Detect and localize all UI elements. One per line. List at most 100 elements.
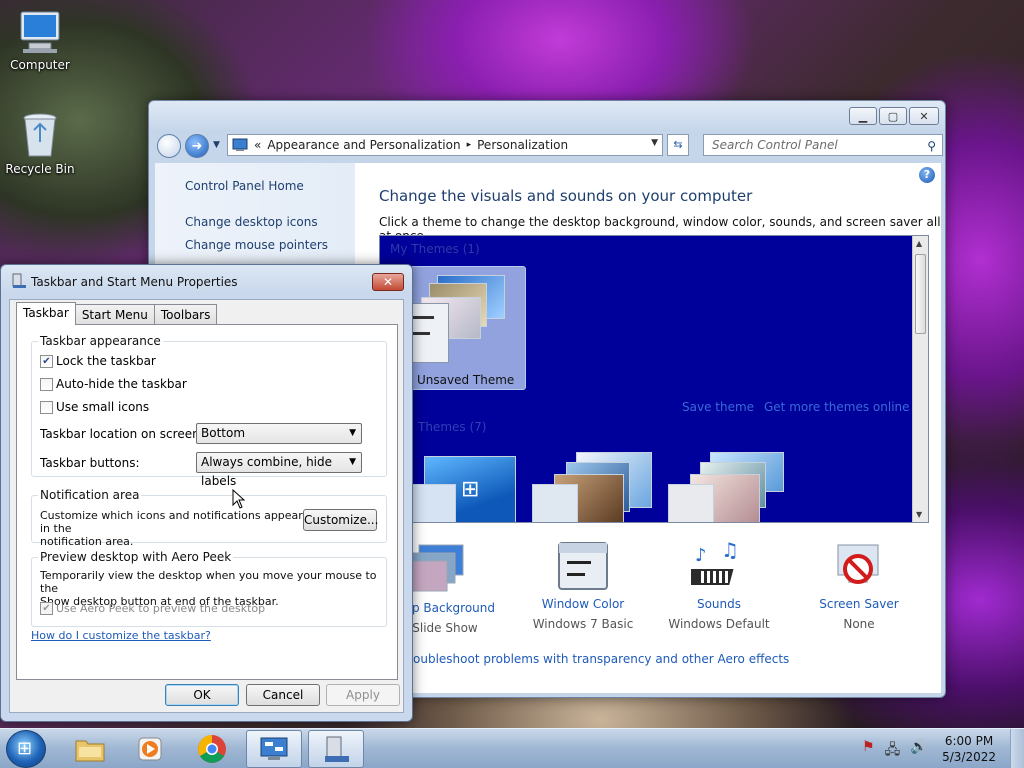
desktop-icon-label: Computer xyxy=(10,58,70,72)
network-icon[interactable]: 🖧 xyxy=(885,739,901,763)
control-panel-icon xyxy=(260,737,288,760)
checkbox-label: Use Aero Peek to preview the desktop xyxy=(56,602,266,615)
get-more-themes-link[interactable]: Get more themes online xyxy=(764,400,910,414)
desktop-icon-recycle-bin[interactable]: Recycle Bin xyxy=(2,112,78,176)
window-color-link[interactable]: Window Color xyxy=(523,597,643,611)
apply-button[interactable]: Apply xyxy=(326,684,400,706)
scroll-thumb[interactable] xyxy=(915,254,926,334)
address-dropdown-icon[interactable]: ▼ xyxy=(651,138,658,148)
notification-desc-line: Customize which icons and notifications … xyxy=(40,509,303,535)
volume-icon[interactable]: 🔊 xyxy=(910,739,927,763)
page-title: Change the visuals and sounds on your co… xyxy=(379,187,753,205)
aero-peek-desc-line: Temporarily view the desktop when you mo… xyxy=(40,569,377,595)
svg-text:♫: ♫ xyxy=(721,541,739,562)
notification-description: Customize which icons and notifications … xyxy=(40,509,312,548)
tab-start-menu[interactable]: Start Menu xyxy=(74,304,155,324)
taskbar-appearance-group: Taskbar appearance ✔ Lock the taskbar Au… xyxy=(31,334,387,488)
buttons-select[interactable]: Always combine, hide labels ▼ xyxy=(196,452,362,488)
taskbar-item-taskbar-properties[interactable] xyxy=(308,730,364,768)
checkbox-label: Use small icons xyxy=(56,400,150,414)
theme-list-scrollbar[interactable]: ▲ ▼ xyxy=(912,236,928,522)
system-tray: ⚑ 🖧 🔊 xyxy=(862,739,928,763)
minimize-button[interactable]: ▁ xyxy=(849,107,877,125)
screen-saver-icon xyxy=(837,544,879,584)
tab-taskbar[interactable]: Taskbar xyxy=(16,302,76,325)
address-bar[interactable]: « Appearance and Personalization ▸ Perso… xyxy=(227,134,663,156)
taskbar-item-chrome[interactable] xyxy=(184,730,240,768)
group-legend: Preview desktop with Aero Peek xyxy=(38,550,234,564)
lock-taskbar-checkbox[interactable]: ✔ Lock the taskbar xyxy=(40,354,156,368)
windows-logo-icon: ⊞ xyxy=(461,477,480,502)
checkbox-label: Lock the taskbar xyxy=(56,354,156,368)
address-chevron[interactable]: « xyxy=(254,138,261,152)
windows-logo-icon: ⊞ xyxy=(17,738,33,759)
refresh-button[interactable]: ⇆ xyxy=(667,134,689,156)
help-link[interactable]: How do I customize the taskbar? xyxy=(31,629,211,642)
window-color-icon xyxy=(558,542,608,590)
sidebar-link-control-panel-home[interactable]: Control Panel Home xyxy=(185,179,304,193)
breadcrumb-appearance[interactable]: Appearance and Personalization xyxy=(267,138,460,152)
action-center-icon[interactable]: ⚑ xyxy=(862,739,875,763)
dialog-close-button[interactable]: ✕ xyxy=(372,273,404,291)
desktop-icon-computer[interactable]: Computer xyxy=(2,10,78,72)
scroll-up-icon[interactable]: ▲ xyxy=(916,239,922,248)
location-select[interactable]: Bottom ▼ xyxy=(196,423,362,444)
checkbox-box[interactable] xyxy=(40,377,53,391)
theme-window-preview xyxy=(668,484,714,522)
small-icons-checkbox[interactable]: Use small icons xyxy=(40,400,149,414)
save-theme-link[interactable]: Save theme xyxy=(682,400,754,414)
taskbar-item-control-panel[interactable] xyxy=(246,730,302,768)
media-player-icon xyxy=(138,737,162,761)
sidebar-link-change-mouse-pointers[interactable]: Change mouse pointers xyxy=(185,238,328,252)
forward-button[interactable]: ➜ xyxy=(185,134,209,158)
computer-icon xyxy=(20,11,60,53)
chrome-icon xyxy=(198,735,226,763)
unsaved-theme-tile[interactable]: Unsaved Theme xyxy=(405,266,526,390)
breadcrumb-separator[interactable]: ▸ xyxy=(467,140,472,150)
recent-pages-dropdown-icon[interactable]: ▼ xyxy=(213,140,220,150)
troubleshoot-aero-link[interactable]: oubleshoot problems with transparency an… xyxy=(413,652,789,666)
tab-toolbars[interactable]: Toolbars xyxy=(153,304,218,324)
breadcrumb-personalization[interactable]: Personalization xyxy=(477,138,568,152)
back-button[interactable] xyxy=(157,134,181,158)
start-button[interactable]: ⊞ xyxy=(6,730,46,768)
checkbox-box[interactable] xyxy=(40,400,53,414)
taskbar-item-media-player[interactable] xyxy=(122,730,178,768)
aero-peek-checkbox[interactable]: ✔ Use Aero Peek to preview the desktop xyxy=(40,602,265,615)
clock-date: 5/3/2022 xyxy=(942,750,996,764)
aero-peek-group: Preview desktop with Aero Peek Temporari… xyxy=(31,550,387,627)
checkbox-box[interactable]: ✔ xyxy=(40,602,53,615)
sounds-option[interactable]: ♪ ♫ Sounds Windows Default xyxy=(659,541,779,631)
preview-line xyxy=(412,332,430,335)
screen-saver-option[interactable]: Screen Saver None xyxy=(799,541,919,631)
maximize-button[interactable]: ▢ xyxy=(879,107,907,125)
ok-button[interactable]: OK xyxy=(165,684,239,706)
auto-hide-checkbox[interactable]: Auto-hide the taskbar xyxy=(40,377,187,391)
cancel-button[interactable]: Cancel xyxy=(246,684,320,706)
notification-desc-line: notification area. xyxy=(40,535,134,548)
window-controls: ▁ ▢ ✕ xyxy=(849,107,939,125)
group-legend: Notification area xyxy=(38,488,142,502)
search-input[interactable]: Search Control Panel ⚲ xyxy=(703,134,943,156)
checkbox-box[interactable]: ✔ xyxy=(40,354,53,368)
help-icon[interactable]: ? xyxy=(919,167,935,183)
scroll-down-icon[interactable]: ▼ xyxy=(916,510,922,519)
clock-time: 6:00 PM xyxy=(944,734,994,748)
taskbar-item-explorer[interactable] xyxy=(62,730,118,768)
aero-themes-header: Themes (7) xyxy=(418,420,487,434)
close-button[interactable]: ✕ xyxy=(909,107,939,125)
customize-button[interactable]: Customize... xyxy=(303,509,378,531)
system-clock[interactable]: 6:00 PM 5/3/2022 xyxy=(942,733,996,765)
sounds-link[interactable]: Sounds xyxy=(659,597,779,611)
unsaved-theme-label: Unsaved Theme xyxy=(417,373,515,387)
screen-saver-link[interactable]: Screen Saver xyxy=(799,597,919,611)
search-icon[interactable]: ⚲ xyxy=(927,136,936,156)
buttons-label: Taskbar buttons: xyxy=(40,456,140,470)
preview-line xyxy=(412,316,434,319)
checkbox-label: Auto-hide the taskbar xyxy=(56,377,187,391)
sidebar-link-change-desktop-icons[interactable]: Change desktop icons xyxy=(185,215,318,229)
theme-window-preview xyxy=(532,484,578,522)
show-desktop-button[interactable] xyxy=(1010,729,1024,768)
theme-list[interactable]: My Themes (1) Unsaved Theme Save theme G… xyxy=(379,235,929,523)
window-color-option[interactable]: Window Color Windows 7 Basic xyxy=(523,541,643,631)
